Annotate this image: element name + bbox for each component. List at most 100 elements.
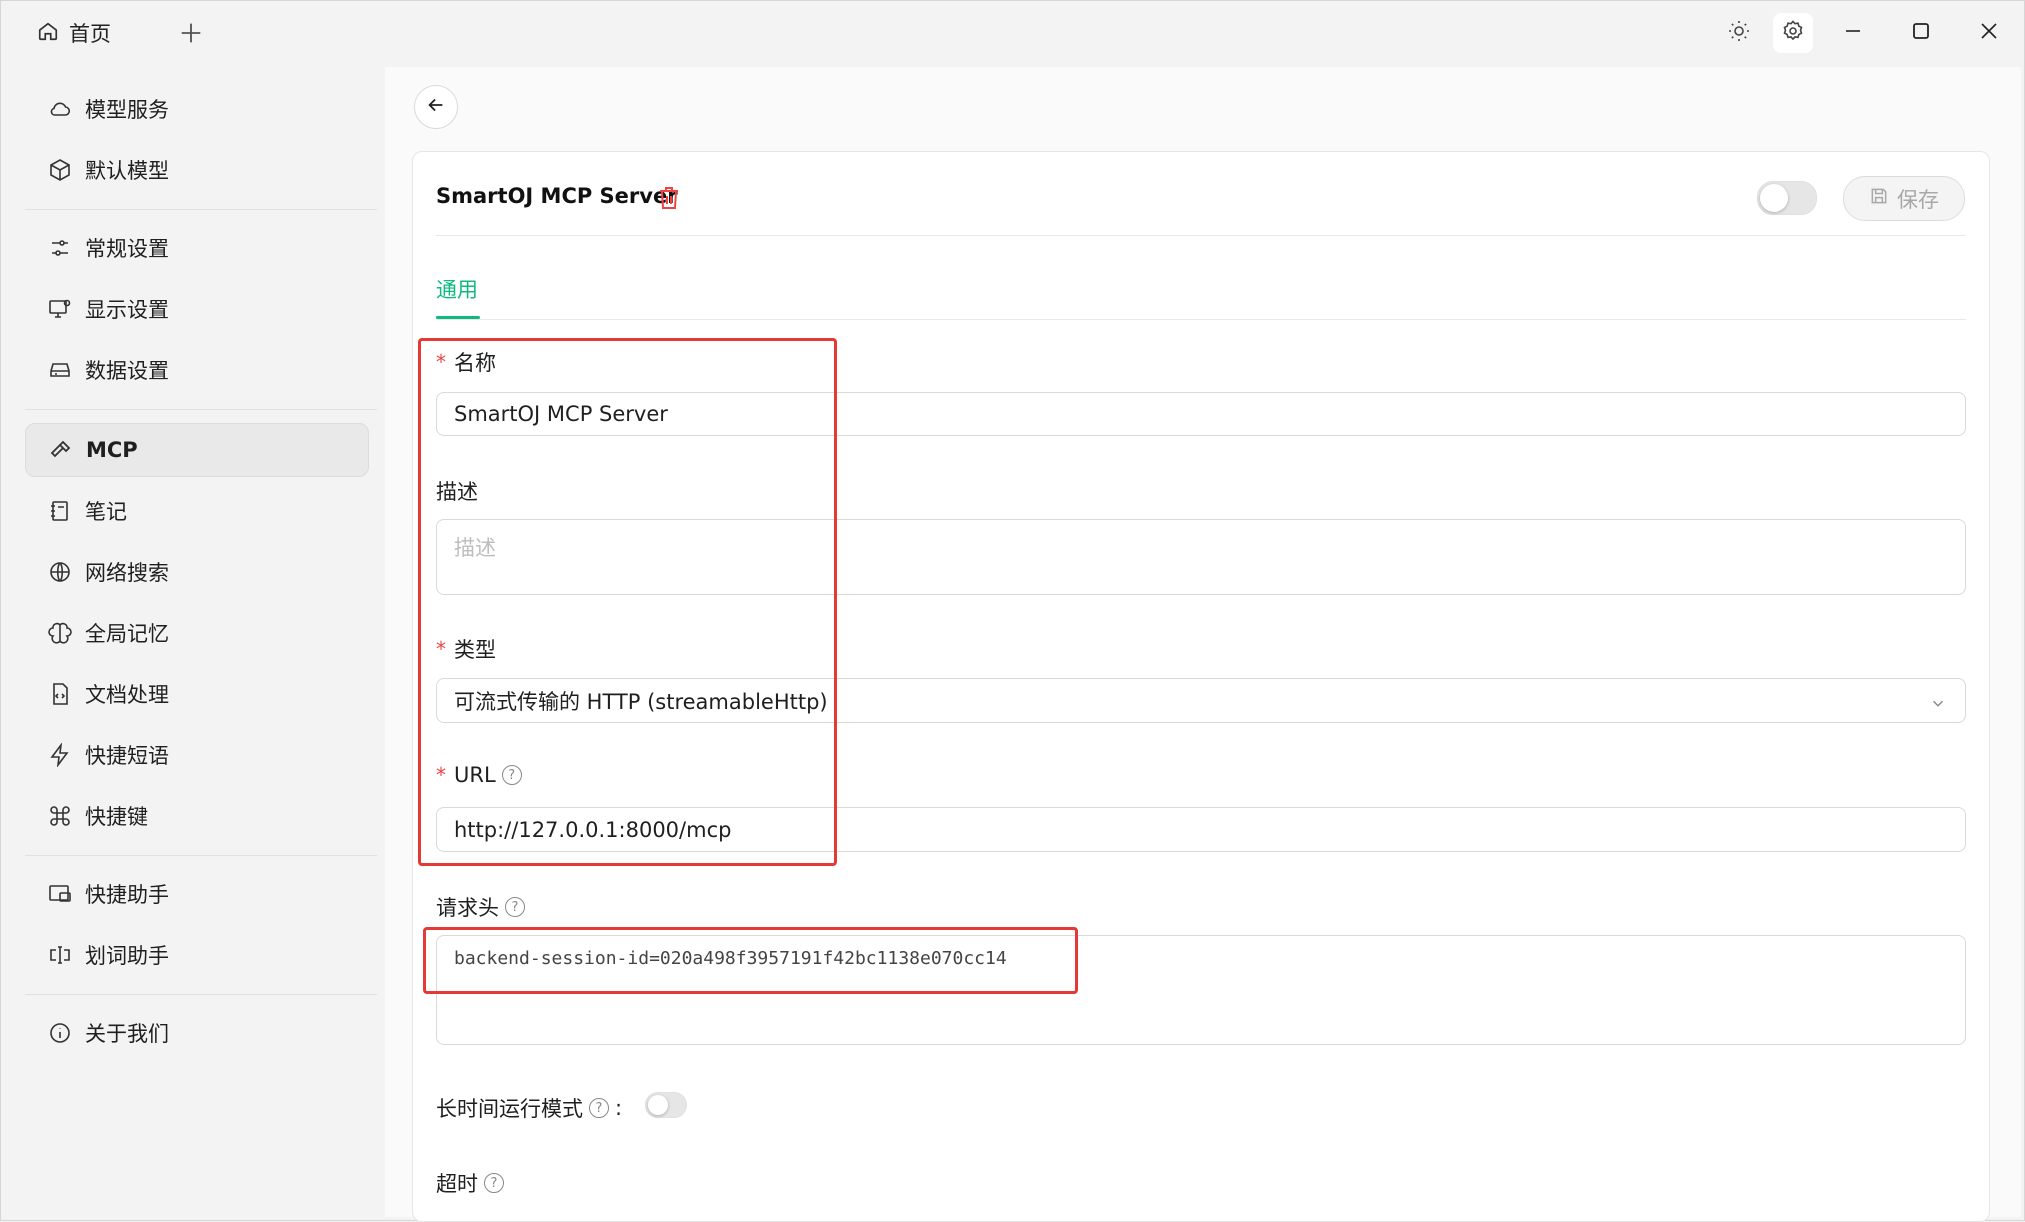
close-button[interactable]: [1969, 13, 2009, 53]
sidebar-item-mcp[interactable]: MCP: [25, 423, 369, 477]
trash-icon: [658, 187, 680, 214]
sidebar-item-default-model[interactable]: 默认模型: [25, 143, 369, 197]
help-icon[interactable]: ?: [501, 765, 522, 785]
long-running-label-text: 长时间运行模式: [436, 1097, 583, 1121]
sidebar-item-label: 网络搜索: [85, 561, 169, 585]
headers-label: 请求头 ?: [436, 892, 525, 922]
required-mark: *: [436, 763, 446, 787]
headers-textarea[interactable]: backend-session-id=020a498f3957191f42bc1…: [436, 935, 1966, 1045]
tab-general[interactable]: 通用: [436, 274, 478, 304]
sidebar-item-label: 快捷助手: [85, 883, 169, 907]
minimize-icon: [1843, 21, 1863, 45]
headers-label-text: 请求头: [436, 896, 499, 920]
sidebar-item-about[interactable]: 关于我们: [25, 1006, 369, 1060]
close-icon: [1979, 21, 1999, 45]
cube-icon: [47, 157, 73, 183]
sidebar-item-label: 快捷短语: [85, 744, 169, 768]
file-code-icon: [47, 681, 73, 707]
minimize-button[interactable]: [1833, 13, 1873, 53]
name-input[interactable]: SmartOJ MCP Server: [436, 392, 1966, 436]
text-cursor-icon: [47, 942, 73, 968]
sidebar-item-data-settings[interactable]: 数据设置: [25, 343, 369, 397]
help-icon[interactable]: ?: [484, 1173, 504, 1193]
settings-sidebar: 模型服务 默认模型 常规设置 显示设置 数据设置 MCP 笔记 网络搜索 全局记…: [9, 67, 384, 1217]
app-window: 首页 模型服务 默认模型 常规设置 显示设置 数据设置 MCP 笔记 网络搜索 …: [0, 0, 2025, 1222]
sidebar-item-doc-processing[interactable]: 文档处理: [25, 667, 369, 721]
theme-toggle-button[interactable]: [1719, 13, 1759, 53]
description-placeholder: 描述: [454, 536, 496, 560]
headers-value: backend-session-id=020a498f3957191f42bc1…: [454, 948, 1007, 969]
timeout-label-text: 超时: [436, 1172, 478, 1196]
sidebar-item-label: 划词助手: [85, 944, 169, 968]
long-running-colon: :: [615, 1096, 623, 1120]
sidebar-divider: [25, 994, 377, 995]
plus-icon: [177, 23, 205, 51]
description-label: 描述: [436, 476, 478, 506]
sliders-icon: [47, 235, 73, 261]
sidebar-item-label: 数据设置: [85, 359, 169, 383]
sidebar-item-label: 显示设置: [85, 298, 169, 322]
type-select-value: 可流式传输的 HTTP (streamableHttp): [454, 689, 828, 714]
long-running-label: 长时间运行模式 ? :: [436, 1093, 622, 1123]
save-label: 保存: [1897, 187, 1939, 212]
chevron-down-icon: [1929, 693, 1947, 711]
description-label-text: 描述: [436, 480, 478, 504]
server-title: SmartOJ MCP Server: [436, 184, 678, 208]
home-icon: [37, 20, 59, 47]
hammer-icon: [48, 437, 74, 463]
maximize-button[interactable]: [1901, 13, 1941, 53]
toggle-knob: [648, 1095, 668, 1115]
required-mark: *: [436, 637, 446, 661]
type-select[interactable]: 可流式传输的 HTTP (streamableHttp): [436, 678, 1966, 723]
sidebar-item-label: MCP: [86, 438, 138, 462]
url-input-value: http://127.0.0.1:8000/mcp: [454, 817, 732, 842]
title-bar: 首页: [1, 1, 2025, 65]
add-tab-button[interactable]: [177, 19, 205, 47]
save-button[interactable]: 保存: [1843, 176, 1965, 221]
sidebar-item-selection-assistant[interactable]: 划词助手: [25, 928, 369, 982]
arrow-left-icon: [425, 94, 447, 120]
server-enable-toggle[interactable]: [1757, 181, 1817, 215]
delete-server-button[interactable]: [658, 186, 680, 210]
monitor-settings-icon: [47, 296, 73, 322]
sidebar-item-shortcuts[interactable]: 快捷键: [25, 789, 369, 843]
url-input[interactable]: http://127.0.0.1:8000/mcp: [436, 807, 1966, 852]
brain-icon: [47, 620, 73, 646]
window-assistant-icon: [47, 881, 73, 907]
url-label-text: URL: [454, 763, 496, 787]
sun-icon: [1727, 19, 1751, 47]
sidebar-item-quick-assistant[interactable]: 快捷助手: [25, 867, 369, 921]
sidebar-divider: [25, 209, 377, 210]
sidebar-item-model-service[interactable]: 模型服务: [25, 82, 369, 136]
sidebar-item-global-memory[interactable]: 全局记忆: [25, 606, 369, 660]
save-icon: [1869, 186, 1889, 211]
tab-home-label: 首页: [69, 22, 111, 46]
sidebar-item-general-settings[interactable]: 常规设置: [25, 221, 369, 275]
maximize-icon: [1911, 21, 1931, 45]
sidebar-item-quick-phrases[interactable]: 快捷短语: [25, 728, 369, 782]
sidebar-item-web-search[interactable]: 网络搜索: [25, 545, 369, 599]
drive-icon: [47, 357, 73, 383]
help-icon[interactable]: ?: [505, 897, 525, 917]
lightning-icon: [47, 742, 73, 768]
long-running-toggle[interactable]: [645, 1092, 687, 1118]
sidebar-item-label: 默认模型: [85, 159, 169, 183]
sidebar-item-notes[interactable]: 笔记: [25, 484, 369, 538]
sidebar-item-label: 快捷键: [85, 805, 148, 829]
tabs-divider: [436, 319, 1966, 320]
help-icon[interactable]: ?: [589, 1098, 609, 1118]
sidebar-item-label: 文档处理: [85, 683, 169, 707]
type-label: * 类型: [436, 634, 496, 664]
type-label-text: 类型: [454, 638, 496, 662]
toggle-knob: [1760, 184, 1788, 212]
info-icon: [47, 1020, 73, 1046]
sidebar-divider: [25, 409, 377, 410]
description-textarea[interactable]: 描述: [436, 519, 1966, 595]
sidebar-item-display-settings[interactable]: 显示设置: [25, 282, 369, 336]
notebook-icon: [47, 498, 73, 524]
back-button[interactable]: [414, 85, 458, 129]
sidebar-item-label: 全局记忆: [85, 622, 169, 646]
settings-button[interactable]: [1773, 13, 1813, 53]
tab-home[interactable]: 首页: [37, 15, 111, 51]
required-mark: *: [436, 350, 446, 374]
